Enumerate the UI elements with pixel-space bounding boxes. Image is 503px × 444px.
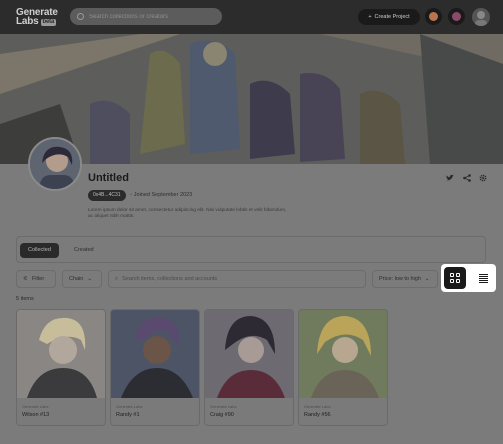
profile-bio: Lorem ipsum dolor sit amet, consectetur … [88,208,287,219]
search-icon: ⌕ [115,275,119,282]
share-icon[interactable] [463,174,471,182]
nft-image [111,310,199,398]
global-search-input[interactable] [89,13,219,20]
card-collection: Generate Labs [210,404,237,409]
card-title: Randy #56 [304,412,331,418]
items-search[interactable]: ⌕ Search items, collections and accounts [108,270,366,288]
global-search[interactable] [70,8,222,25]
settings-gear-icon[interactable] [479,174,487,182]
chevron-down-icon: ⌄ [424,276,430,282]
chain-label: Chain [69,276,84,282]
nft-image [205,310,293,398]
sort-label: Price: low to high [379,276,421,282]
user-avatar[interactable] [472,8,490,26]
nft-image [299,310,387,398]
grid-icon [450,273,460,283]
card-collection: Generate Labs [22,404,49,409]
beta-badge: beta [40,19,57,26]
nft-card[interactable]: Generate Labs Randy #56 [298,309,388,426]
nft-card[interactable]: Generate Labs Wilson #13 [16,309,106,426]
list-icon [478,273,488,283]
plus-icon: + [368,14,372,20]
filter-button[interactable]: ⚟ Filter [16,270,56,288]
create-project-label: Create Project [374,14,410,20]
nft-card[interactable]: Generate Labs Randy #1 [110,309,200,426]
chevron-down-icon: ⌄ [87,276,92,282]
card-collection: Generate Labs [116,404,143,409]
sort-dropdown[interactable]: Price: low to high ⌄ [372,270,438,288]
card-title: Craig #90 [210,412,234,418]
profile-name: Untitled [88,172,129,184]
wallet-address-badge[interactable]: 0x4B...4C31 [88,190,126,201]
chain-dropdown[interactable]: Chain ⌄ [62,270,102,288]
tab-created[interactable]: Created [66,243,102,258]
card-collection: Generate Labs [304,404,331,409]
network-icon[interactable] [425,8,442,25]
logo-text-line2: Labs [16,16,39,27]
logo[interactable]: Generate Labs beta [16,8,62,27]
items-search-placeholder: Search items, collections and accounts [122,276,218,282]
card-title: Wilson #13 [22,412,50,418]
profile-banner [0,34,503,164]
joined-date: ▫ Joined September 2023 [130,192,192,198]
filter-icon: ⚟ [23,276,28,282]
filter-label: Filter [31,276,45,282]
nft-card[interactable]: Generate Labs Craig #90 [204,309,294,426]
create-project-button[interactable]: + Create Project [358,9,420,25]
profile-avatar [28,137,82,191]
twitter-icon[interactable] [446,174,454,182]
tab-collected[interactable]: Collected [20,243,59,258]
card-title: Randy #1 [116,412,140,418]
cart-icon[interactable] [448,8,465,25]
search-icon [77,13,84,20]
nft-image [17,310,105,398]
joined-date-text: Joined September 2023 [133,192,193,198]
list-view-button[interactable] [472,267,494,289]
item-count: 5 items [16,296,34,302]
grid-view-button[interactable] [444,267,466,289]
calendar-icon: ▫ [130,192,132,198]
